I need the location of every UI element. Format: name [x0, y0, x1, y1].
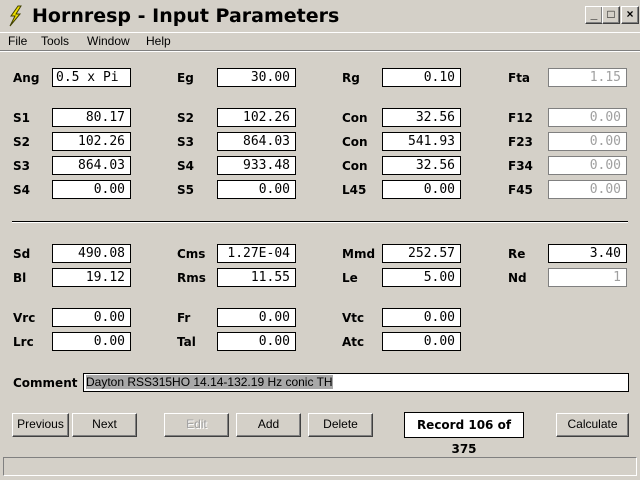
label-ang: Ang [13, 71, 40, 85]
field-s5[interactable]: 0.00 [217, 180, 296, 199]
field-s3-row3[interactable]: 864.03 [52, 156, 131, 175]
label-rg: Rg [342, 71, 360, 85]
minimize-button[interactable]: _ [585, 6, 603, 24]
field-nd: 1 [548, 268, 627, 287]
field-l45[interactable]: 0.00 [382, 180, 461, 199]
field-bl[interactable]: 19.12 [52, 268, 131, 287]
field-s1[interactable]: 80.17 [52, 108, 131, 127]
label-s1: S1 [13, 111, 30, 125]
status-bar [3, 457, 637, 476]
field-tal[interactable]: 0.00 [217, 332, 296, 351]
previous-button[interactable]: Previous [12, 413, 69, 437]
menu-tools[interactable]: Tools [41, 34, 69, 48]
label-fta: Fta [508, 71, 531, 85]
field-s2-row1[interactable]: 102.26 [217, 108, 296, 127]
record-indicator: Record 106 of 375 [404, 412, 524, 456]
field-f45: 0.00 [548, 180, 627, 199]
close-button[interactable]: × [621, 6, 639, 24]
label-s4: S4 [177, 159, 194, 173]
field-rg[interactable]: 0.10 [382, 68, 461, 87]
delete-button[interactable]: Delete [308, 413, 373, 437]
next-button[interactable]: Next [72, 413, 137, 437]
maximize-button[interactable]: □ [602, 6, 620, 24]
field-fta: 1.15 [548, 68, 627, 87]
label-re: Re [508, 247, 526, 261]
label-tal: Tal [177, 335, 196, 349]
label-cms: Cms [177, 247, 206, 261]
edit-button: Edit [164, 413, 229, 437]
label-mmd: Mmd [342, 247, 376, 261]
label-f34: F34 [508, 159, 533, 173]
menu-divider [0, 51, 640, 52]
field-vtc[interactable]: 0.00 [382, 308, 461, 327]
field-atc[interactable]: 0.00 [382, 332, 461, 351]
label-s5: S5 [177, 183, 194, 197]
label-f23: F23 [508, 135, 533, 149]
menu-bar: File Tools Window Help [0, 32, 640, 51]
label-l45: L45 [342, 183, 367, 197]
field-s3-row2[interactable]: 864.03 [217, 132, 296, 151]
label-atc: Atc [342, 335, 365, 349]
calculate-button[interactable]: Calculate [556, 413, 629, 437]
label-con: Con [342, 111, 368, 125]
label-rms: Rms [177, 271, 206, 285]
field-vrc[interactable]: 0.00 [52, 308, 131, 327]
label-eg: Eg [177, 71, 194, 85]
field-fr[interactable]: 0.00 [217, 308, 296, 327]
field-lrc[interactable]: 0.00 [52, 332, 131, 351]
field-con-row2[interactable]: 541.93 [382, 132, 461, 151]
menu-help[interactable]: Help [146, 34, 171, 48]
section-divider-highlight [12, 222, 628, 223]
field-re[interactable]: 3.40 [548, 244, 627, 263]
field-mmd[interactable]: 252.57 [382, 244, 461, 263]
label-fr: Fr [177, 311, 191, 325]
label-bl: Bl [13, 271, 27, 285]
label-le: Le [342, 271, 358, 285]
field-ang[interactable]: 0.5 x Pi [52, 68, 131, 87]
field-le[interactable]: 5.00 [382, 268, 461, 287]
label-s2: S2 [13, 135, 30, 149]
field-f34: 0.00 [548, 156, 627, 175]
menu-window[interactable]: Window [87, 34, 130, 48]
comment-input[interactable]: Dayton RSS315HO 14.14-132.19 Hz conic TH [83, 373, 629, 392]
label-nd: Nd [508, 271, 527, 285]
field-con-row1[interactable]: 32.56 [382, 108, 461, 127]
field-eg[interactable]: 30.00 [217, 68, 296, 87]
field-s4-row3[interactable]: 933.48 [217, 156, 296, 175]
field-con-row3[interactable]: 32.56 [382, 156, 461, 175]
field-cms[interactable]: 1.27E-04 [217, 244, 296, 263]
label-sd: Sd [13, 247, 31, 261]
label-comment: Comment [13, 376, 78, 390]
field-s2-row2[interactable]: 102.26 [52, 132, 131, 151]
window-title: Hornresp - Input Parameters [32, 5, 340, 27]
label-f45: F45 [508, 183, 533, 197]
field-s4-row4[interactable]: 0.00 [52, 180, 131, 199]
label-s2: S2 [177, 111, 194, 125]
label-vtc: Vtc [342, 311, 365, 325]
field-sd[interactable]: 490.08 [52, 244, 131, 263]
menu-file[interactable]: File [8, 34, 27, 48]
label-lrc: Lrc [13, 335, 34, 349]
label-vrc: Vrc [13, 311, 36, 325]
field-f23: 0.00 [548, 132, 627, 151]
label-f12: F12 [508, 111, 533, 125]
comment-text: Dayton RSS315HO 14.14-132.19 Hz conic TH [86, 375, 333, 389]
app-lightning-icon [9, 5, 22, 27]
add-button[interactable]: Add [236, 413, 301, 437]
field-rms[interactable]: 11.55 [217, 268, 296, 287]
label-con: Con [342, 159, 368, 173]
field-f12: 0.00 [548, 108, 627, 127]
label-s3: S3 [13, 159, 30, 173]
label-s4: S4 [13, 183, 30, 197]
label-s3: S3 [177, 135, 194, 149]
label-con: Con [342, 135, 368, 149]
title-bar: Hornresp - Input Parameters _ □ × [0, 0, 640, 33]
